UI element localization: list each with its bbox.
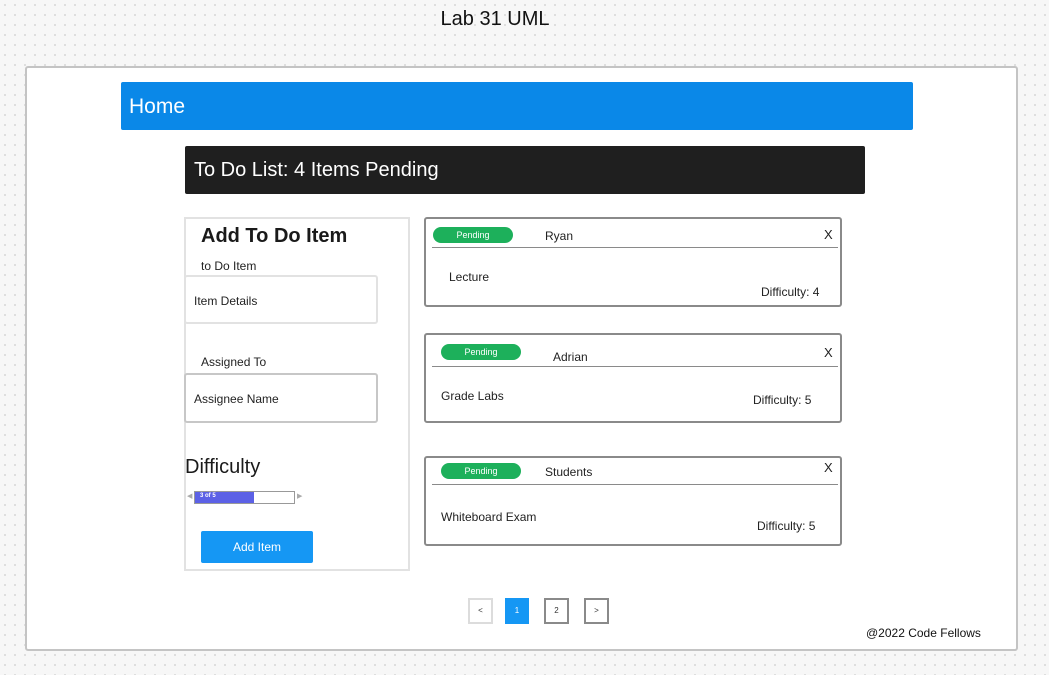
card-assignee: Adrian <box>553 350 588 364</box>
todo-card: Pending Ryan X Lecture Difficulty: 4 <box>424 217 842 307</box>
card-assignee: Students <box>545 465 593 479</box>
pagination-prev-button[interactable]: < <box>468 598 493 624</box>
card-divider <box>432 247 838 248</box>
card-divider <box>432 484 838 485</box>
add-item-button[interactable]: Add Item <box>201 531 313 563</box>
home-nav-bar[interactable]: Home <box>121 82 913 130</box>
footer-copyright: @2022 Code Fellows <box>866 626 981 640</box>
assignee-name-input[interactable]: Assignee Name <box>184 373 378 423</box>
assigned-to-label: Assigned To <box>201 355 267 369</box>
card-difficulty: Difficulty: 5 <box>757 519 816 533</box>
home-link[interactable]: Home <box>129 95 185 118</box>
pagination-next-button[interactable]: > <box>584 598 609 624</box>
card-assignee: Ryan <box>545 229 574 243</box>
difficulty-slider-value: 3 of 5 <box>200 493 216 499</box>
pagination-page-1[interactable]: 1 <box>505 598 529 624</box>
difficulty-label: Difficulty <box>185 456 261 478</box>
pending-status-badge[interactable]: Pending <box>441 463 521 479</box>
slider-right-arrow-icon[interactable]: ▶ <box>297 492 302 500</box>
todo-item-label: to Do Item <box>201 259 257 273</box>
card-task: Whiteboard Exam <box>441 510 537 524</box>
slider-left-arrow-icon[interactable]: ◀ <box>187 492 192 500</box>
close-icon[interactable]: X <box>824 460 833 475</box>
card-task: Grade Labs <box>441 389 504 403</box>
item-details-input[interactable]: Item Details <box>184 275 378 324</box>
card-difficulty: Difficulty: 5 <box>753 393 812 407</box>
close-icon[interactable]: X <box>824 345 833 360</box>
form-title: Add To Do Item <box>201 225 348 247</box>
card-divider <box>432 366 838 367</box>
close-icon[interactable]: X <box>824 227 833 242</box>
pagination-page-2[interactable]: 2 <box>544 598 569 624</box>
card-task: Lecture <box>449 270 490 284</box>
todo-card: Pending Students X Whiteboard Exam Diffi… <box>424 456 842 546</box>
assignee-name-placeholder: Assignee Name <box>194 392 279 406</box>
difficulty-slider[interactable]: 3 of 5 <box>194 491 295 504</box>
item-details-placeholder: Item Details <box>194 294 258 308</box>
diagram-title: Lab 31 UML <box>440 8 550 30</box>
pending-count-title: To Do List: 4 Items Pending <box>194 159 439 181</box>
todo-list-header: To Do List: 4 Items Pending <box>185 146 865 194</box>
pending-status-badge[interactable]: Pending <box>433 227 513 243</box>
card-difficulty: Difficulty: 4 <box>761 285 820 299</box>
pending-status-badge[interactable]: Pending <box>441 344 521 360</box>
todo-card: Pending Adrian X Grade Labs Difficulty: … <box>424 333 842 423</box>
